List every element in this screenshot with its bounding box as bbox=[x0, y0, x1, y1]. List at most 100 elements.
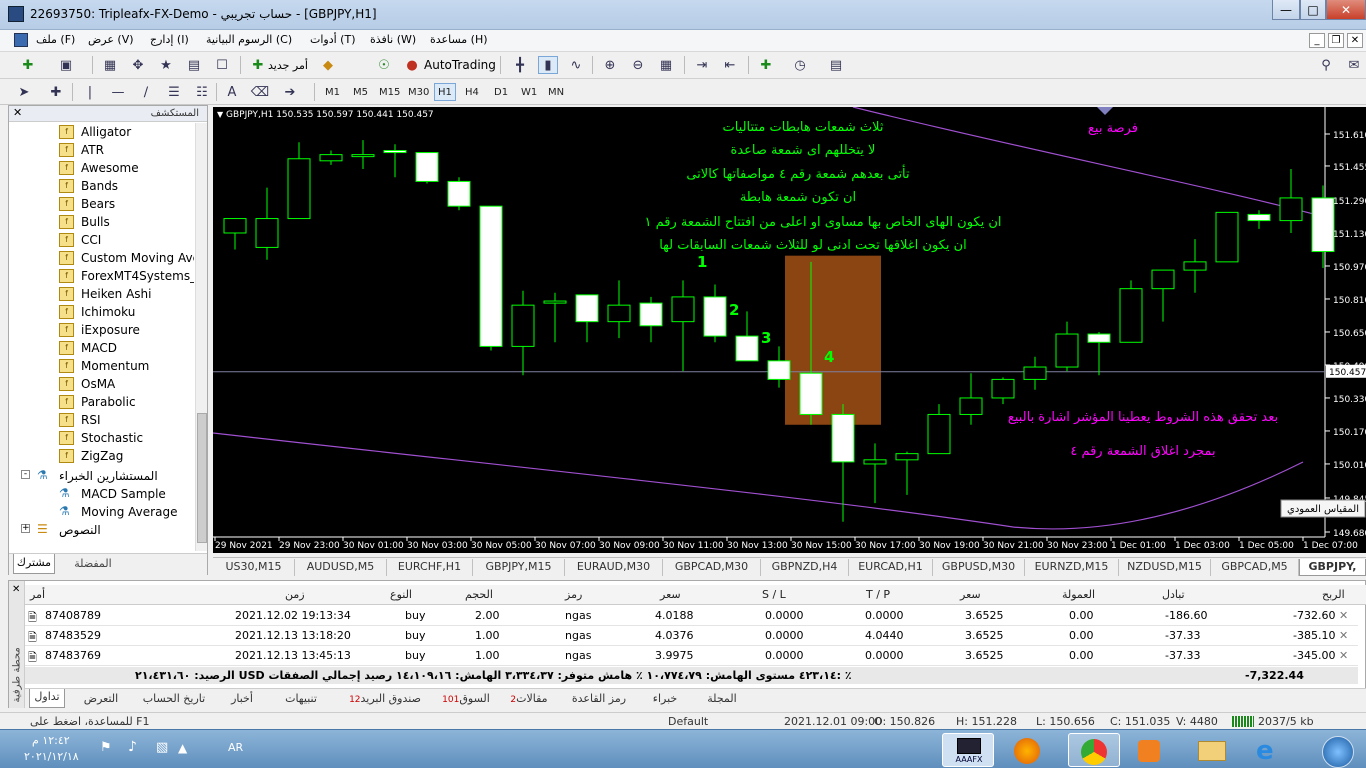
market-watch-icon[interactable]: ▦ bbox=[100, 56, 120, 74]
menu-charts[interactable]: الرسوم البيانية (C) bbox=[206, 33, 292, 46]
table-row[interactable]: 🗎 87408789 2021.12.02 19:13:34 buy 2.00 ngas 4… bbox=[25, 606, 1358, 626]
column-header[interactable]: تبادل bbox=[1162, 585, 1185, 605]
trendline-icon[interactable]: ∕ bbox=[136, 83, 156, 101]
candle-body[interactable] bbox=[831, 413, 855, 463]
timeframe-h1[interactable]: H1 bbox=[434, 83, 456, 101]
menu-insert[interactable]: إدارج (I) bbox=[150, 33, 189, 46]
candle-body[interactable] bbox=[863, 459, 887, 465]
horizontal-line-icon[interactable]: — bbox=[108, 83, 128, 101]
periods-icon[interactable]: ◷ bbox=[790, 56, 810, 74]
close-order-icon[interactable]: ✕ bbox=[1339, 629, 1348, 642]
timeframe-m5[interactable]: M5 bbox=[350, 83, 371, 101]
timeframe-m15[interactable]: M15 bbox=[376, 83, 403, 101]
candle-body[interactable] bbox=[383, 149, 407, 154]
navigator-indicator-item[interactable]: f ATR bbox=[9, 141, 194, 159]
navigator-indicator-item[interactable]: f Heiken Ashi bbox=[9, 285, 194, 303]
candle-body[interactable] bbox=[1247, 213, 1271, 222]
chart-canvas[interactable]: 151.610 151.455 151.290 151.130 150.970 150.8… bbox=[213, 107, 1366, 553]
tab-common[interactable]: مشترك bbox=[13, 554, 55, 574]
timeframe-m30[interactable]: M30 bbox=[405, 83, 432, 101]
candle-body[interactable] bbox=[511, 304, 535, 347]
chart-tab[interactable]: EURNZD,M15 bbox=[1025, 559, 1119, 576]
firefox-icon[interactable] bbox=[1002, 733, 1054, 767]
timeframe-mn[interactable]: MN bbox=[545, 83, 567, 101]
text-label-icon[interactable]: ⌫ bbox=[250, 83, 270, 101]
fibonacci-icon[interactable]: ☷ bbox=[192, 83, 212, 101]
navigator-indicator-item[interactable]: f Bands bbox=[9, 177, 194, 195]
navigator-indicator-item[interactable]: f ZigZag bbox=[9, 447, 194, 465]
zoom-in-icon[interactable]: ⊕ bbox=[600, 56, 620, 74]
menu-window[interactable]: نافذة (W) bbox=[370, 33, 416, 46]
menu-help[interactable]: مساعدة (H) bbox=[430, 33, 488, 46]
minimize-icon[interactable]: — bbox=[1272, 0, 1300, 20]
flag-icon[interactable]: ⚑ bbox=[100, 740, 112, 755]
candle-body[interactable] bbox=[1087, 333, 1111, 343]
clock-time[interactable]: ١٢:٤٢ م bbox=[32, 734, 70, 747]
menu-file[interactable]: ملف (F) bbox=[36, 33, 75, 46]
terminal-tab[interactable]: تداول bbox=[29, 689, 65, 708]
candle-body[interactable] bbox=[1119, 288, 1143, 343]
navigator-scripts-group[interactable]: + ☰ النصوص bbox=[9, 521, 194, 539]
candle-body[interactable] bbox=[351, 154, 375, 158]
column-header[interactable]: زمن bbox=[285, 585, 305, 605]
candle-body[interactable] bbox=[255, 218, 279, 248]
bar-chart-icon[interactable]: ╋ bbox=[510, 56, 530, 74]
search-icon[interactable]: ⚲ bbox=[1316, 56, 1336, 74]
file-explorer-icon[interactable] bbox=[1186, 733, 1238, 767]
navigator-indicator-item[interactable]: f Bears bbox=[9, 195, 194, 213]
column-header[interactable]: S / L bbox=[762, 585, 786, 605]
candle-body[interactable] bbox=[607, 304, 631, 323]
cursor-icon[interactable]: ➤ bbox=[14, 83, 34, 101]
mdi-minimize-icon[interactable]: _ bbox=[1309, 33, 1325, 48]
candle-body[interactable] bbox=[1311, 197, 1335, 253]
media-player-icon[interactable] bbox=[1124, 733, 1176, 767]
chart-tab[interactable]: GBPJPY, bbox=[1299, 559, 1366, 576]
candle-body[interactable] bbox=[735, 335, 759, 362]
terminal-tab[interactable]: أخبار bbox=[223, 691, 261, 708]
chrome-icon[interactable] bbox=[1068, 733, 1120, 767]
candle-body[interactable] bbox=[575, 294, 599, 323]
navigator-indicator-item[interactable]: f Parabolic bbox=[9, 393, 194, 411]
candle-body[interactable] bbox=[1055, 333, 1079, 368]
volume-icon[interactable]: ♪ bbox=[128, 739, 137, 755]
new-order-icon[interactable]: ✚ bbox=[248, 56, 268, 74]
navigator-indicator-item[interactable]: f Stochastic bbox=[9, 429, 194, 447]
close-icon[interactable]: ✕ bbox=[1326, 0, 1366, 20]
zoom-out-icon[interactable]: ⊖ bbox=[628, 56, 648, 74]
candle-body[interactable] bbox=[639, 302, 663, 327]
candle-body[interactable] bbox=[1215, 211, 1239, 263]
chart-tab[interactable]: NZDUSD,M15 bbox=[1119, 559, 1211, 576]
profiles-icon[interactable]: ▣ bbox=[56, 56, 76, 74]
chart-tab[interactable]: GBPCAD,M30 bbox=[663, 559, 761, 576]
menu-view[interactable]: عرض (V) bbox=[88, 33, 134, 46]
internet-explorer-icon[interactable]: e bbox=[1246, 733, 1298, 767]
candle-body[interactable] bbox=[767, 360, 791, 380]
navigator-close-icon[interactable]: ✕ bbox=[13, 106, 22, 119]
show-hidden-icon[interactable]: ▲ bbox=[178, 741, 187, 755]
channel-icon[interactable]: ☰ bbox=[164, 83, 184, 101]
column-header[interactable]: سعر bbox=[960, 585, 981, 605]
arrows-icon[interactable]: ➔ bbox=[280, 83, 300, 101]
candle-body[interactable] bbox=[543, 300, 567, 304]
templates-icon[interactable]: ▤ bbox=[826, 56, 846, 74]
candle-body[interactable] bbox=[1183, 261, 1207, 271]
indicators-icon[interactable]: ✚ bbox=[756, 56, 776, 74]
candle-body[interactable] bbox=[895, 453, 919, 461]
column-header[interactable]: الربح bbox=[1322, 585, 1345, 605]
column-header[interactable]: سعر bbox=[660, 585, 681, 605]
candle-body[interactable] bbox=[1023, 366, 1047, 380]
autoscroll-icon[interactable]: ⇤ bbox=[720, 56, 740, 74]
chart-tab[interactable]: EURCAD,H1 bbox=[849, 559, 933, 576]
navigator-icon[interactable]: ★ bbox=[156, 56, 176, 74]
candle-body[interactable] bbox=[319, 154, 343, 162]
maximize-icon[interactable]: □ bbox=[1300, 0, 1326, 20]
timeframe-d1[interactable]: D1 bbox=[491, 83, 511, 101]
terminal-tab[interactable]: مقالات2 bbox=[503, 691, 555, 708]
candle-body[interactable] bbox=[671, 296, 695, 323]
scrollbar-thumb[interactable] bbox=[197, 413, 207, 543]
chat-icon[interactable]: ✉ bbox=[1344, 56, 1364, 74]
navigator-indicator-item[interactable]: f iExposure bbox=[9, 321, 194, 339]
chart-tab[interactable]: EURAUD,M30 bbox=[565, 559, 663, 576]
collapse-icon[interactable]: - bbox=[21, 470, 30, 479]
chart-shift-icon[interactable]: ⇥ bbox=[692, 56, 712, 74]
